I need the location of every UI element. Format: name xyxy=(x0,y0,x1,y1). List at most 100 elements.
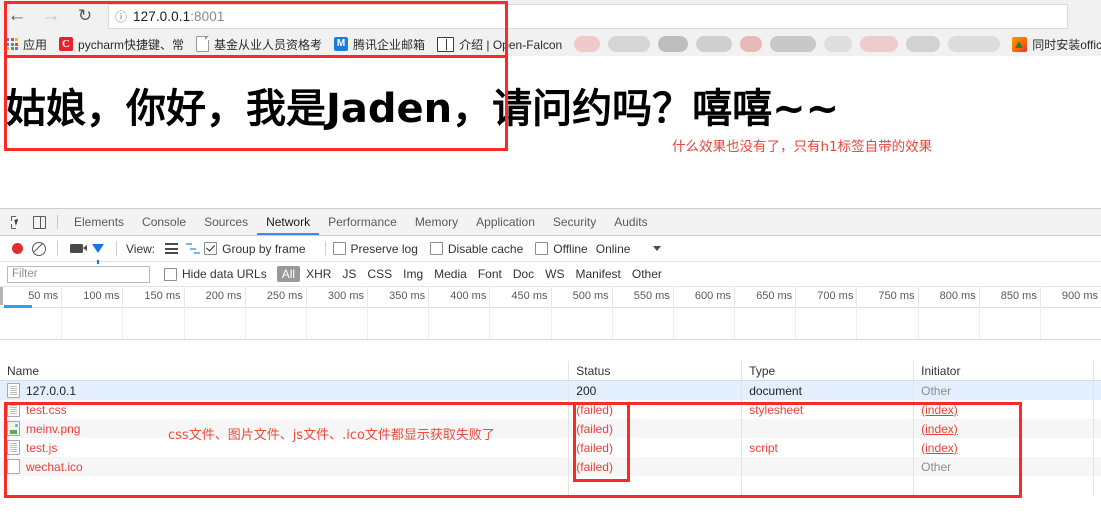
timeline-tick-label: 150 ms xyxy=(144,290,181,302)
bookmark-label: 介绍 | Open-Falcon xyxy=(459,37,563,52)
table-row[interactable]: test.css (failed) stylesheet (index) xyxy=(0,400,1101,419)
filter-type-manifest[interactable]: Manifest xyxy=(571,266,626,282)
offline-checkbox[interactable]: Offline xyxy=(535,241,588,256)
table-row[interactable]: meinv.png (failed) (index) xyxy=(0,419,1101,438)
image-file-icon xyxy=(7,421,20,436)
clear-icon[interactable] xyxy=(28,238,50,260)
url-port: :8001 xyxy=(190,9,225,24)
filter-type-font[interactable]: Font xyxy=(473,266,507,282)
timeline-tick: 200 ms xyxy=(206,287,246,307)
tab-application[interactable]: Application xyxy=(467,209,544,235)
timeline-gridline xyxy=(367,307,368,339)
dock-position-icon[interactable] xyxy=(28,211,50,233)
empty-cell xyxy=(0,476,570,495)
column-header-type[interactable]: Type xyxy=(742,361,915,380)
back-arrow-icon[interactable]: ← xyxy=(0,0,34,32)
bookmark-open-falcon[interactable]: 介绍 | Open-Falcon xyxy=(431,32,568,56)
offline-label: Offline xyxy=(553,241,588,256)
tab-performance[interactable]: Performance xyxy=(319,209,406,235)
empty-cell xyxy=(1094,476,1101,495)
filter-type-js[interactable]: JS xyxy=(337,266,361,282)
preserve-log-checkbox[interactable]: Preserve log xyxy=(332,242,418,256)
search-input[interactable] xyxy=(7,265,150,283)
list-view-icon[interactable] xyxy=(160,238,182,260)
bookmark-fund-exam[interactable]: 基金从业人员资格考 xyxy=(190,32,328,56)
table-row-empty xyxy=(0,476,1101,495)
request-name-cell: 127.0.0.1 xyxy=(0,381,570,400)
timeline-tick-label: 850 ms xyxy=(1000,290,1037,302)
empty-cell xyxy=(742,476,915,495)
column-header-initiator[interactable]: Initiator xyxy=(914,361,1094,380)
tab-audits[interactable]: Audits xyxy=(605,209,656,235)
annotation-failed-resources: css文件、图片文件、js文件、.ico文件都显示获取失败了 xyxy=(168,428,495,443)
timeline-tick: 800 ms xyxy=(940,287,980,307)
initiator-link[interactable]: (index) xyxy=(921,441,958,455)
filter-funnel-icon[interactable] xyxy=(87,238,109,264)
info-circle-icon[interactable]: ⓘ xyxy=(109,8,133,25)
annotation-no-style-effect: 什么效果也没有了，只有h1标签自带的效果 xyxy=(672,139,933,155)
capture-screenshots-icon[interactable] xyxy=(65,238,87,260)
filter-type-other[interactable]: Other xyxy=(627,266,667,282)
timeline-tick: 850 ms xyxy=(1001,287,1041,307)
timeline-tick: 400 ms xyxy=(450,287,491,307)
devtools-tab-bar: Elements Console Sources Network Perform… xyxy=(0,209,1101,236)
bookmark-apps[interactable]: 应用 xyxy=(0,32,53,56)
filter-type-xhr[interactable]: XHR xyxy=(301,266,336,282)
initiator-link[interactable]: (index) xyxy=(921,422,958,436)
table-row[interactable]: test.js (failed) script (index) xyxy=(0,438,1101,457)
bookmark-pycharm[interactable]: C pycharm快捷键、常 xyxy=(53,32,190,56)
tab-elements[interactable]: Elements xyxy=(65,209,133,235)
table-row[interactable]: 127.0.0.1 200 document Other xyxy=(0,381,1101,400)
request-waterfall-cell xyxy=(1094,381,1101,400)
inspect-element-icon[interactable] xyxy=(6,211,28,233)
timeline-tick-label: 800 ms xyxy=(939,290,976,302)
filter-type-media[interactable]: Media xyxy=(429,266,472,282)
office-icon xyxy=(1012,36,1028,52)
bookmark-office2016[interactable]: 同时安装office2016 xyxy=(1006,32,1101,56)
group-by-frame-label: Group by frame xyxy=(222,241,306,256)
document-file-icon xyxy=(7,402,20,417)
column-header-status[interactable]: Status xyxy=(569,361,743,380)
online-throttle-select[interactable]: Online xyxy=(596,242,631,256)
blurred-block xyxy=(824,36,853,52)
forward-arrow-icon[interactable]: → xyxy=(34,0,68,32)
initiator-link[interactable]: (index) xyxy=(921,403,958,417)
record-button-icon[interactable] xyxy=(6,238,28,260)
disable-cache-checkbox[interactable]: Disable cache xyxy=(429,242,523,256)
address-bar[interactable]: ⓘ 127.0.0.1:8001 xyxy=(108,4,1068,29)
timeline-gridline xyxy=(795,307,797,339)
request-initiator: Other xyxy=(914,457,1094,476)
timeline-tick-label: 500 ms xyxy=(572,290,609,302)
timeline-tick-label: 100 ms xyxy=(83,290,120,302)
document-file-icon xyxy=(7,383,20,398)
tab-console[interactable]: Console xyxy=(133,209,195,235)
waterfall-view-icon[interactable] xyxy=(182,238,204,260)
request-type: stylesheet xyxy=(742,400,915,419)
filter-type-ws[interactable]: WS xyxy=(540,266,569,282)
tab-sources[interactable]: Sources xyxy=(195,209,257,235)
blank-file-icon xyxy=(7,459,20,474)
filter-type-doc[interactable]: Doc xyxy=(508,266,539,282)
column-header-name[interactable]: Name xyxy=(0,361,570,380)
blurred-block xyxy=(658,36,689,52)
tab-memory[interactable]: Memory xyxy=(406,209,467,235)
bookmark-tencent-mail[interactable]: M 腾讯企业邮箱 xyxy=(328,32,431,56)
network-overview-timeline[interactable]: 50 ms 100 ms 150 ms 200 ms 250 ms 300 ms 350 m… xyxy=(0,287,1101,340)
group-by-frame-checkbox[interactable]: Group by frame xyxy=(204,241,306,256)
filter-type-css[interactable]: CSS xyxy=(362,266,397,282)
tab-security[interactable]: Security xyxy=(544,209,605,235)
hide-data-urls-checkbox[interactable]: Hide data URLs xyxy=(164,267,267,281)
request-waterfall-cell xyxy=(1094,438,1101,457)
redacted-bookmarks-region xyxy=(568,32,1006,56)
timeline-tick: 300 ms xyxy=(328,287,368,307)
timeline-tick-label: 600 ms xyxy=(694,290,731,302)
chevron-down-icon[interactable] xyxy=(653,246,662,251)
apps-grid-icon xyxy=(6,38,18,50)
request-type: script xyxy=(742,438,915,457)
empty-cell xyxy=(569,476,743,495)
tab-network[interactable]: Network xyxy=(257,209,320,235)
table-row[interactable]: wechat.ico (failed) Other xyxy=(0,457,1101,476)
reload-icon[interactable]: ↻ xyxy=(68,0,102,32)
filter-type-img[interactable]: Img xyxy=(398,266,428,282)
filter-type-all[interactable]: All xyxy=(276,266,301,282)
